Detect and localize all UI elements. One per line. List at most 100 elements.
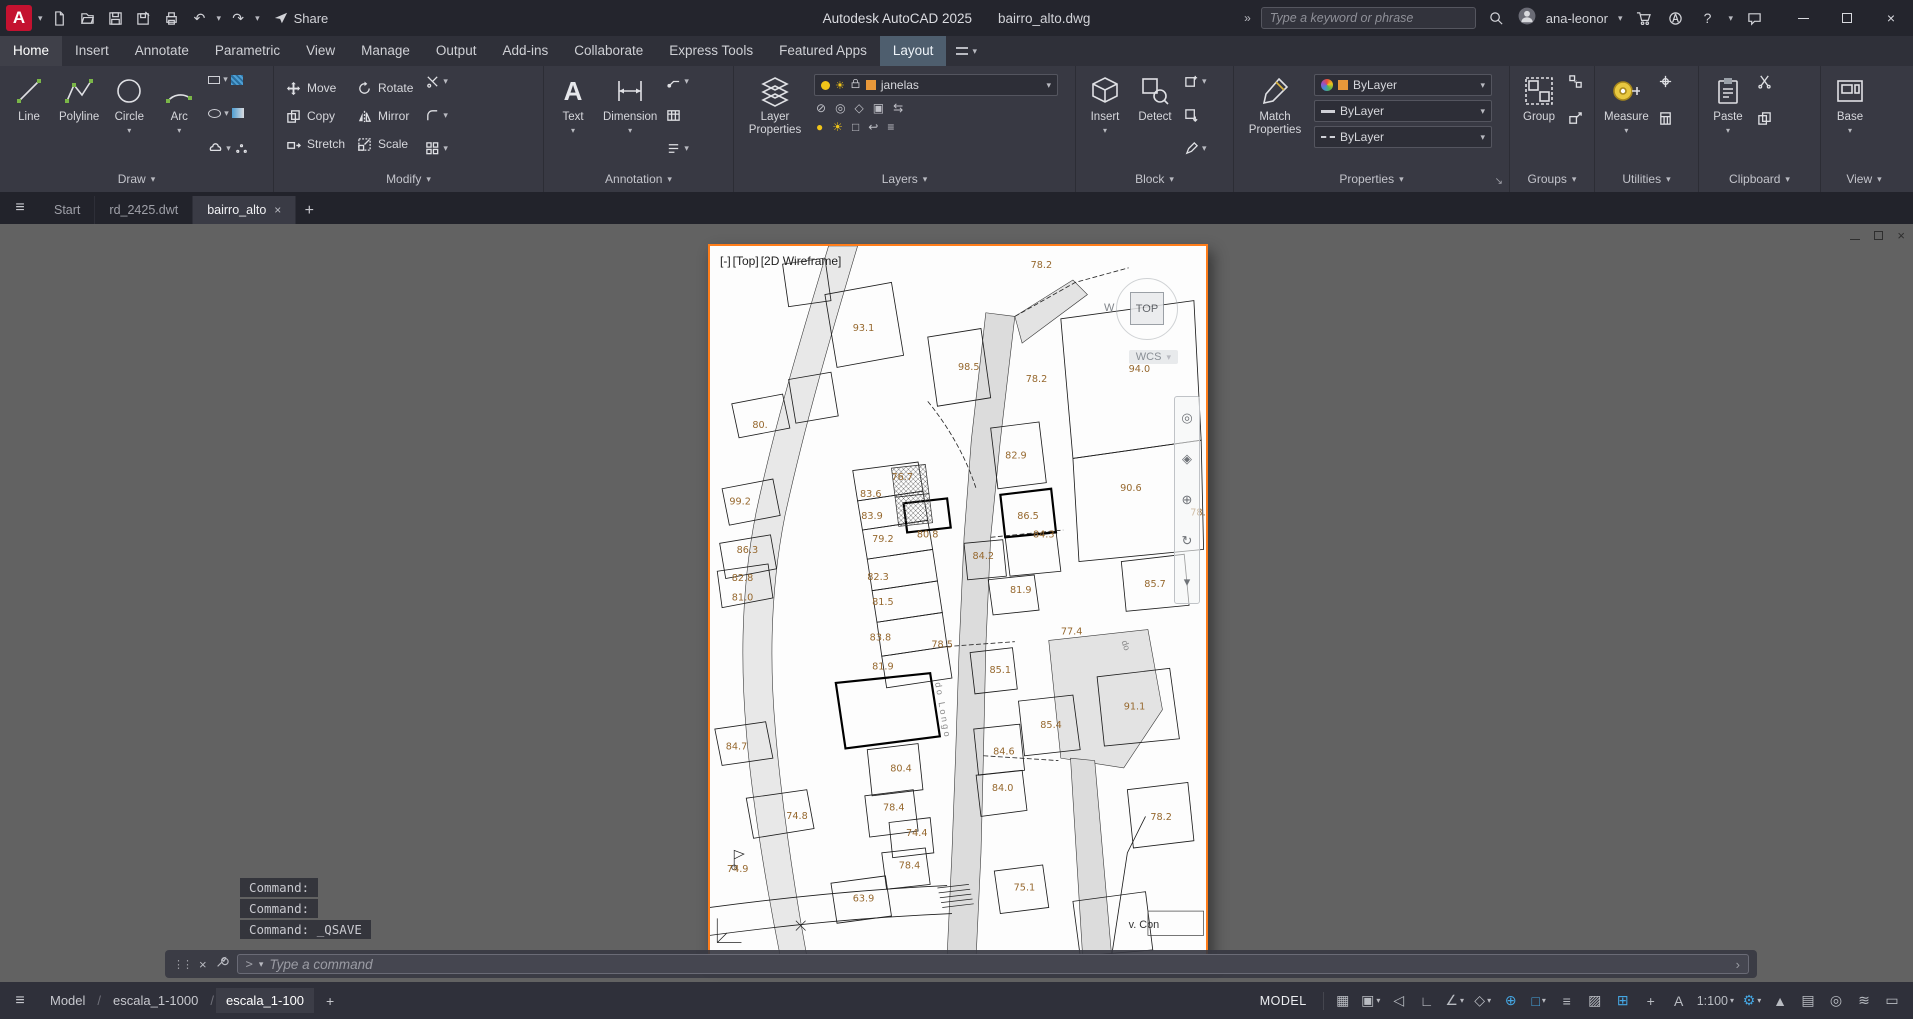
redo-button[interactable]: ↷ xyxy=(227,7,249,29)
detect-tool[interactable]: Detect xyxy=(1132,70,1178,127)
command-input[interactable] xyxy=(269,957,1729,972)
ribbon-tab-collaborate[interactable]: Collaborate xyxy=(561,36,656,66)
open-file-icon[interactable] xyxy=(77,7,99,29)
file-tab-rd-2425-dwt[interactable]: rd_2425.dwt xyxy=(95,196,193,224)
copy-clip-tool[interactable] xyxy=(1757,111,1772,126)
circle-tool[interactable]: Circle ▾ xyxy=(106,70,152,138)
leader-tool[interactable]: ▾ xyxy=(666,74,689,89)
command-bar-customize-icon[interactable] xyxy=(215,955,229,974)
group-edit-tool[interactable] xyxy=(1568,111,1583,126)
paste-tool[interactable]: Paste ▾ xyxy=(1705,70,1751,138)
viewcube[interactable]: W TOP xyxy=(1106,274,1180,348)
write-block-tool[interactable] xyxy=(1184,108,1207,123)
panel-clipboard-footer[interactable]: Clipboard▾ xyxy=(1699,166,1820,192)
quick-calc-tool[interactable] xyxy=(1658,111,1673,126)
ribbon-tab-home[interactable]: Home xyxy=(0,36,62,66)
isolate-objects-toggle[interactable]: ◎ xyxy=(1823,988,1849,1014)
polyline-tool[interactable]: Polyline xyxy=(56,70,102,127)
plot-icon[interactable] xyxy=(161,7,183,29)
panel-layers-footer[interactable]: Layers▾ xyxy=(734,166,1075,192)
command-bar-grip[interactable]: ⋮⋮ xyxy=(173,958,191,971)
hatch-icon[interactable] xyxy=(231,75,243,85)
isometric-drafting-toggle[interactable]: ◇▾ xyxy=(1470,988,1496,1014)
undo-button[interactable]: ↶ xyxy=(189,7,211,29)
workspace-switching-toggle[interactable]: ⚙▾ xyxy=(1739,988,1765,1014)
match-properties-tool[interactable]: Match Properties xyxy=(1240,70,1310,140)
search-input[interactable] xyxy=(1261,7,1476,29)
drawing-minimize-button[interactable] xyxy=(1850,231,1860,240)
panel-utilities-footer[interactable]: Utilities▾ xyxy=(1595,166,1698,192)
orbit-icon[interactable]: ↻ xyxy=(1182,533,1193,549)
layer-color-swatch[interactable] xyxy=(866,80,876,90)
text-tool[interactable]: A Text ▾ xyxy=(550,70,596,138)
annotation-extra-tool[interactable]: ▾ xyxy=(666,141,689,156)
dynamic-input-toggle[interactable]: + xyxy=(1638,988,1664,1014)
command-input-pill[interactable]: > ▾ › xyxy=(237,954,1749,974)
scale-tool[interactable]: Scale xyxy=(353,130,417,158)
avatar[interactable] xyxy=(1518,7,1536,30)
layout-tab-escala-1-1000[interactable]: escala_1-1000 xyxy=(103,988,208,1013)
cart-icon[interactable] xyxy=(1632,7,1654,29)
panel-draw-footer[interactable]: Draw▾ xyxy=(0,166,273,192)
mirror-tool[interactable]: Mirror xyxy=(353,102,417,130)
ribbon-tab-manage[interactable]: Manage xyxy=(348,36,423,66)
layer-thaw-icon[interactable]: ☀ xyxy=(835,79,845,92)
selection-cycling-toggle[interactable]: ⊞ xyxy=(1610,988,1636,1014)
model-space-button[interactable]: MODEL xyxy=(1250,988,1317,1014)
window-minimize-button[interactable] xyxy=(1781,0,1825,36)
drawing-close-button[interactable]: × xyxy=(1897,228,1905,243)
wcs-menu[interactable]: WCS ▾ xyxy=(1129,350,1178,364)
arc-tool[interactable]: Arc ▾ xyxy=(156,70,202,138)
recent-commands-caret-icon[interactable]: ▾ xyxy=(259,959,264,970)
object-snap-toggle[interactable]: □▾ xyxy=(1526,988,1552,1014)
viewcube-west-label[interactable]: W xyxy=(1104,302,1114,314)
layer-match-tool[interactable]: ⇆ xyxy=(893,101,903,115)
panel-block-footer[interactable]: Block▾ xyxy=(1076,166,1233,192)
lineweight-display-toggle[interactable]: ≡ xyxy=(1554,988,1580,1014)
base-view-tool[interactable]: Base ▾ xyxy=(1827,70,1873,138)
file-tab-close-icon[interactable]: × xyxy=(274,203,281,217)
layer-properties-button[interactable]: Layer Properties xyxy=(740,70,810,140)
ribbon-tab-layout[interactable]: Layout xyxy=(880,36,947,66)
toolbar-overflow-icon[interactable]: » xyxy=(1244,11,1251,25)
viewport-view-control[interactable]: [Top] xyxy=(733,254,759,268)
navigation-wheel-icon[interactable]: ◎ xyxy=(1181,410,1192,426)
app-menu-caret-icon[interactable]: ▾ xyxy=(38,13,43,24)
annotation-monitor-toggle[interactable]: ▲ xyxy=(1767,988,1793,1014)
ribbon-tab-featured-apps[interactable]: Featured Apps xyxy=(766,36,880,66)
stretch-tool[interactable]: Stretch xyxy=(282,130,349,158)
table-tool[interactable] xyxy=(666,108,689,123)
id-point-tool[interactable] xyxy=(1658,74,1673,89)
copy-tool[interactable]: Copy xyxy=(282,102,349,130)
share-button[interactable]: Share xyxy=(274,11,329,26)
feedback-icon[interactable] xyxy=(1743,7,1765,29)
user-menu-caret-icon[interactable]: ▾ xyxy=(1618,13,1623,24)
drawing-area[interactable]: × xyxy=(0,224,1913,982)
group-tool[interactable]: Group xyxy=(1516,70,1562,127)
window-maximize-button[interactable] xyxy=(1825,0,1869,36)
quick-properties-toggle[interactable]: ▤ xyxy=(1795,988,1821,1014)
layer-lock-tool[interactable]: ▣ xyxy=(873,101,884,115)
revision-cloud-tool[interactable]: ▾ xyxy=(208,141,249,156)
linetype-select[interactable]: ByLayer ▾ xyxy=(1314,126,1492,148)
panel-modify-footer[interactable]: Modify▾ xyxy=(274,166,543,192)
object-color-select[interactable]: ByLayer ▾ xyxy=(1314,74,1492,96)
trim-tool[interactable]: ▾ xyxy=(425,74,448,89)
ribbon-tab-annotate[interactable]: Annotate xyxy=(122,36,202,66)
graphics-performance-toggle[interactable]: ≋ xyxy=(1851,988,1877,1014)
layer-thaw-all-tool[interactable]: ☀ xyxy=(832,120,843,134)
ribbon-tab-view[interactable]: View xyxy=(293,36,348,66)
cut-clip-tool[interactable] xyxy=(1757,74,1772,89)
measure-tool[interactable]: Measure ▾ xyxy=(1601,70,1652,138)
panel-annotation-footer[interactable]: Annotation▾ xyxy=(544,166,733,192)
layout-menu-icon[interactable]: ≡ xyxy=(0,992,40,1010)
ortho-mode-toggle[interactable]: ∟ xyxy=(1414,988,1440,1014)
layer-states-tool[interactable]: ≡ xyxy=(887,120,894,134)
help-caret-icon[interactable]: ▾ xyxy=(1728,13,1733,24)
infer-constraints-toggle[interactable]: ◁ xyxy=(1386,988,1412,1014)
ribbon-tab-express-tools[interactable]: Express Tools xyxy=(656,36,766,66)
new-file-icon[interactable] xyxy=(49,7,71,29)
window-close-button[interactable]: × xyxy=(1869,0,1913,36)
viewcube-top-face[interactable]: TOP xyxy=(1130,292,1164,325)
annotation-visibility-toggle[interactable]: A xyxy=(1666,988,1692,1014)
